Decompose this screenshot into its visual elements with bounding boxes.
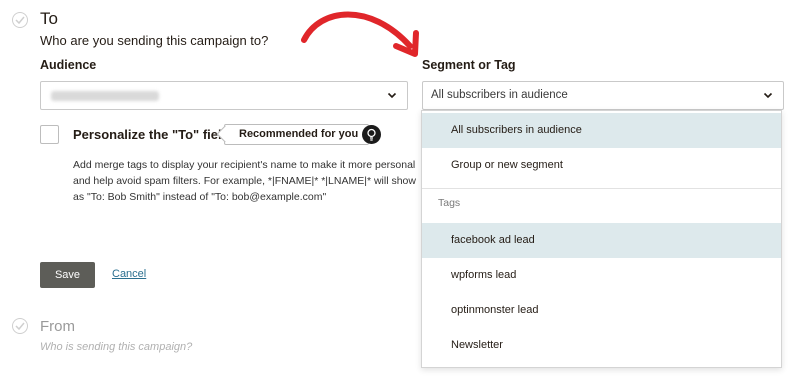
dropdown-tag-option[interactable]: facebook ad lead (422, 223, 781, 258)
from-section-subtitle: Who is sending this campaign? (40, 341, 193, 353)
dropdown-option[interactable]: Group or new segment (422, 148, 781, 183)
check-circle-icon (12, 12, 28, 28)
chevron-down-icon (387, 92, 397, 99)
dropdown-tag-option[interactable]: Newsletter (422, 328, 781, 363)
segment-dropdown-menu: All subscribers in audience Group or new… (421, 110, 782, 368)
to-section-title: To (40, 9, 58, 28)
dropdown-divider (422, 188, 781, 189)
save-button[interactable]: Save (40, 262, 95, 288)
red-arrow-annotation (301, 11, 419, 57)
personalize-label: Personalize the "To" field (73, 127, 230, 142)
dropdown-tag-option[interactable]: wpforms lead (422, 258, 781, 293)
lightbulb-icon (362, 125, 381, 144)
dropdown-option[interactable]: All subscribers in audience (422, 113, 781, 148)
chevron-down-icon (763, 92, 773, 99)
audience-select[interactable] (40, 81, 408, 110)
dropdown-tags-header: Tags (438, 197, 461, 209)
segment-select-value: All subscribers in audience (431, 89, 568, 101)
check-circle-icon (12, 318, 28, 334)
audience-value-redacted (51, 91, 159, 101)
from-section-title: From (40, 318, 75, 335)
segment-select[interactable]: All subscribers in audience (422, 81, 784, 110)
personalize-help-text: Add merge tags to display your recipient… (73, 159, 416, 203)
recommended-badge: Recommended for you (224, 124, 370, 145)
segment-label: Segment or Tag (422, 58, 516, 72)
to-section-subtitle: Who are you sending this campaign to? (40, 33, 269, 48)
audience-label: Audience (40, 58, 97, 72)
dropdown-tag-option[interactable]: optinmonster lead (422, 293, 781, 328)
cancel-link[interactable]: Cancel (112, 268, 146, 280)
personalize-checkbox[interactable] (40, 125, 59, 144)
